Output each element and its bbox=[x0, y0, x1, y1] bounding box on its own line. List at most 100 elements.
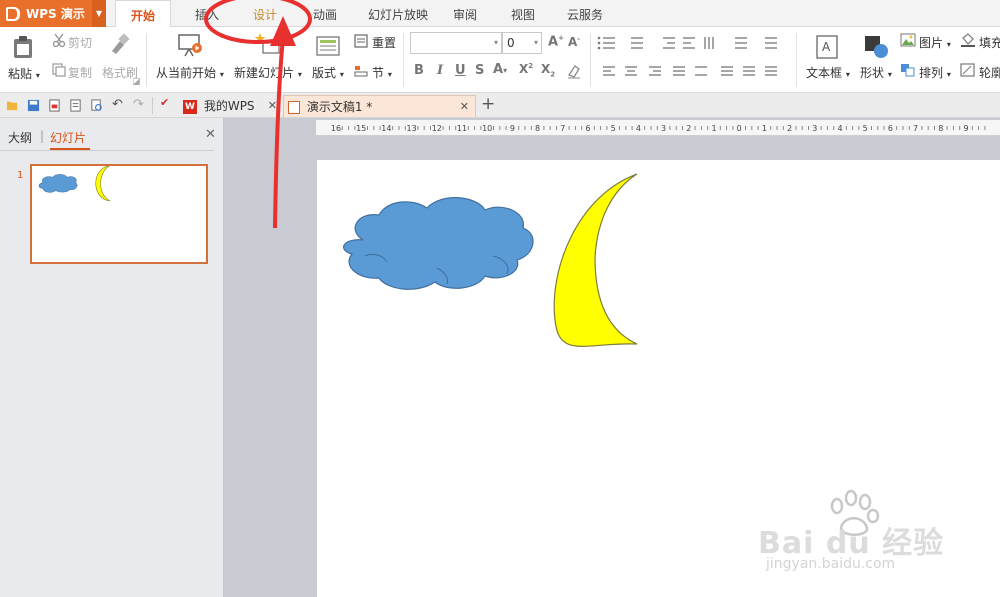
ruler-tick-label: 3 bbox=[661, 124, 666, 133]
arrange-button[interactable]: 排列 ▾ bbox=[919, 64, 951, 81]
save-icon[interactable] bbox=[27, 99, 40, 112]
copy-button[interactable]: 复制 bbox=[68, 64, 92, 81]
paste-button[interactable]: 粘贴 ▾ bbox=[8, 65, 40, 82]
cut-button[interactable]: 剪切 bbox=[68, 34, 92, 51]
from-current-button[interactable]: 从当前开始 ▾ bbox=[156, 64, 224, 81]
ruler-tick-label: 6 bbox=[585, 124, 590, 133]
tab-my-wps[interactable]: W 我的WPS ✕ bbox=[183, 95, 281, 117]
panel-divider bbox=[0, 150, 214, 151]
tab-slides[interactable]: 幻灯片 bbox=[50, 129, 86, 146]
ruler-tick-label: 9 bbox=[963, 124, 968, 133]
tab-divider: | bbox=[40, 129, 45, 143]
new-tab-plus-icon[interactable]: + bbox=[481, 94, 495, 114]
ruler-tick-label: 13 bbox=[407, 124, 417, 133]
increase-font-icon[interactable]: A+ bbox=[548, 34, 564, 49]
ruler-tick-label: 7 bbox=[913, 124, 918, 133]
tab-insert[interactable]: 插入 bbox=[182, 0, 232, 27]
font-color-icon[interactable]: A▾ bbox=[493, 62, 507, 77]
close-icon[interactable]: ✕ bbox=[460, 96, 469, 118]
ruler-tick-label: 2 bbox=[787, 124, 792, 133]
undo-icon[interactable]: ↶ bbox=[112, 97, 123, 112]
layout-icon bbox=[316, 36, 340, 56]
menu-bar: WPS 演示 ▼ 开始 插入 设计 动画 幻灯片放映 审阅 视图 云服务 bbox=[0, 0, 1000, 28]
expand-group-icon[interactable]: ◪ bbox=[132, 77, 141, 87]
shadow-icon[interactable]: S bbox=[475, 63, 484, 78]
ruler-tick-label: 8 bbox=[938, 124, 943, 133]
cloud-shape[interactable] bbox=[343, 197, 534, 290]
picture-label: 图片 bbox=[919, 36, 944, 50]
superscript-icon[interactable]: X2 bbox=[519, 62, 533, 76]
paragraph-tools-icon[interactable] bbox=[597, 35, 797, 85]
ruler-tick-label: 1 bbox=[711, 124, 716, 133]
textbox-icon: A bbox=[816, 35, 838, 59]
arrange-icon bbox=[901, 64, 915, 77]
tab-outline[interactable]: 大纲 bbox=[8, 129, 32, 146]
ribbon-divider bbox=[590, 33, 591, 87]
print-preview-icon[interactable] bbox=[90, 99, 103, 112]
print-icon[interactable] bbox=[69, 99, 82, 112]
tab-cloud-service[interactable]: 云服务 bbox=[560, 0, 610, 27]
tab-review[interactable]: 审阅 bbox=[442, 0, 488, 27]
tab-home[interactable]: 开始 bbox=[115, 0, 171, 28]
ribbon-toolbar: 粘贴 ▾ 剪切 复制 格式刷 ◪ 从当前开始 ▾ 新建幻灯片 ▾ 版式 ▾ 重置… bbox=[0, 27, 1000, 93]
font-size-combo[interactable]: 0 ▾ bbox=[502, 32, 542, 54]
textbox-label: 文本框 bbox=[806, 66, 843, 80]
svg-text:A: A bbox=[822, 40, 831, 54]
wps-logo-icon bbox=[6, 6, 20, 21]
ruler-tick-label: 12 bbox=[432, 124, 442, 133]
tab-slideshow[interactable]: 幻灯片放映 bbox=[360, 0, 436, 27]
ruler-ticks: 16 15 14 13 12 11 10 9 8 7 6 5 4 3 2 1 0 1 2 3 4 5 6 7 8 9 bbox=[331, 124, 986, 133]
horizontal-ruler: 16 15 14 13 12 11 10 9 8 7 6 5 4 3 2 1 0 1 2 3 4 5 6 7 8 9 bbox=[316, 120, 1000, 136]
reset-button[interactable]: 重置 bbox=[372, 34, 396, 51]
font-name-combo[interactable]: ▾ bbox=[410, 32, 502, 54]
format-painter-icon bbox=[112, 33, 130, 54]
export-pdf-icon[interactable] bbox=[48, 99, 61, 112]
font-size-value: 0 bbox=[507, 36, 515, 50]
ruler-tick-label: 11 bbox=[457, 124, 467, 133]
close-panel-icon[interactable]: ✕ bbox=[205, 127, 216, 142]
reset-icon bbox=[354, 34, 368, 48]
picture-button[interactable]: 图片 ▾ bbox=[919, 34, 951, 51]
scissors-icon bbox=[52, 33, 66, 47]
outline-button[interactable]: 轮廓 bbox=[979, 64, 1000, 81]
subscript-icon[interactable]: X2 bbox=[541, 62, 555, 78]
moon-shape[interactable] bbox=[553, 173, 638, 347]
ruler-tick-label: 9 bbox=[510, 124, 515, 133]
section-icon bbox=[354, 66, 368, 77]
new-slide-button[interactable]: 新建幻灯片 ▾ bbox=[234, 64, 302, 81]
slides-panel: 大纲 | 幻灯片 ✕ 1 bbox=[0, 118, 224, 597]
toolbar-divider bbox=[152, 97, 153, 114]
textbox-button[interactable]: 文本框 ▾ bbox=[806, 64, 850, 81]
close-icon[interactable]: ✕ bbox=[268, 95, 277, 117]
clear-format-icon[interactable] bbox=[566, 63, 582, 79]
fill-button[interactable]: 填充 bbox=[979, 34, 1000, 51]
slide-thumbnail[interactable] bbox=[30, 164, 208, 264]
tab-view[interactable]: 视图 bbox=[500, 0, 546, 27]
open-folder-icon[interactable] bbox=[6, 99, 19, 112]
ribbon-divider bbox=[146, 33, 147, 87]
app-menu-button[interactable]: WPS 演示 ▼ bbox=[0, 0, 106, 27]
section-button[interactable]: 节 ▾ bbox=[372, 64, 392, 81]
italic-icon[interactable]: I bbox=[437, 63, 443, 78]
outline-icon bbox=[960, 63, 975, 77]
ruler-tick-label: 4 bbox=[837, 124, 842, 133]
shapes-icon bbox=[865, 36, 888, 58]
layout-button[interactable]: 版式 ▾ bbox=[312, 64, 344, 81]
tab-document[interactable]: 演示文稿1 * ✕ bbox=[283, 95, 476, 117]
tab-design[interactable]: 设计 bbox=[240, 0, 290, 27]
slide-number: 1 bbox=[17, 170, 24, 181]
ruler-tick-label: 15 bbox=[356, 124, 366, 133]
shape-label: 形状 bbox=[860, 66, 885, 80]
ruler-tick-label: 7 bbox=[560, 124, 565, 133]
arrange-label: 排列 bbox=[919, 66, 944, 80]
customize-toolbar-icon[interactable]: ✔ bbox=[160, 96, 169, 109]
app-title: WPS 演示 bbox=[26, 7, 85, 21]
shape-button[interactable]: 形状 ▾ bbox=[860, 64, 892, 81]
underline-icon[interactable]: U bbox=[455, 63, 466, 78]
ruler-tick-label: 14 bbox=[381, 124, 391, 133]
bold-icon[interactable]: B bbox=[414, 63, 424, 78]
redo-icon[interactable]: ↷ bbox=[133, 97, 144, 112]
tab-animation[interactable]: 动画 bbox=[300, 0, 350, 27]
panel-header: 大纲 | 幻灯片 ✕ bbox=[0, 118, 224, 154]
decrease-font-icon[interactable]: A- bbox=[568, 35, 580, 49]
